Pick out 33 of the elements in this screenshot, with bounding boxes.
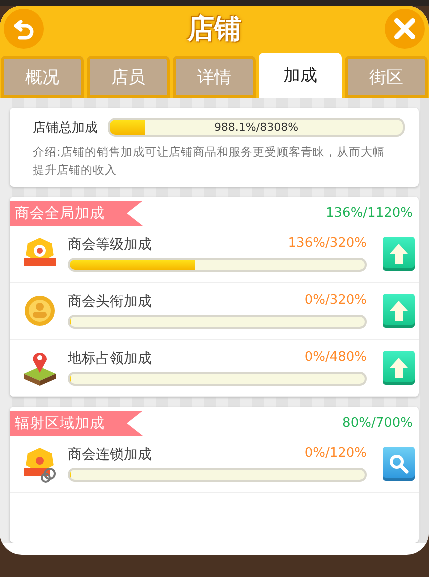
close-icon: [393, 17, 417, 41]
section-total: 136%/1120%: [326, 206, 413, 221]
description-text: 介绍:店铺的销售加成可让店铺商品和服务更受顾客青睐，从而大幅提升店铺的收入: [33, 144, 385, 179]
back-button[interactable]: [4, 9, 44, 49]
section-total: 80%/700%: [342, 416, 413, 431]
bonus-value: 0%/480%: [304, 350, 367, 367]
upgrade-button[interactable]: [383, 294, 415, 328]
section-ribbon: 辐射区域加成: [10, 411, 143, 436]
bonus-value: 136%/320%: [288, 236, 367, 253]
window-title: 店铺: [188, 13, 242, 47]
bonus-value: 0%/320%: [304, 293, 367, 310]
bonus-name: 商会连锁加成: [68, 446, 152, 464]
tab[interactable]: 概况: [1, 56, 84, 98]
close-button[interactable]: [385, 9, 425, 49]
progress-reading: 988.1%/8308%: [213, 120, 300, 135]
upgrade-button[interactable]: [383, 351, 415, 385]
bonus-name: 商会等级加成: [68, 236, 152, 254]
bonus-name: 商会头衔加成: [68, 293, 152, 311]
total-bonus-label: 店铺总加成: [33, 120, 98, 136]
up-arrow-icon: [389, 357, 409, 379]
up-arrow-icon: [389, 243, 409, 265]
tab[interactable]: 街区: [345, 56, 428, 98]
upgrade-button[interactable]: [383, 237, 415, 271]
bonus-name: 地标占领加成: [68, 350, 152, 368]
tab[interactable]: 详情: [173, 56, 256, 98]
tab[interactable]: 加成: [259, 53, 342, 98]
search-icon: [389, 454, 409, 474]
back-icon: [12, 17, 36, 41]
search-button[interactable]: [383, 447, 415, 481]
tab[interactable]: 店员: [87, 56, 170, 98]
up-arrow-icon: [389, 300, 409, 322]
section-ribbon: 商会全局加成: [10, 201, 143, 226]
bonus-value: 0%/120%: [304, 446, 367, 463]
